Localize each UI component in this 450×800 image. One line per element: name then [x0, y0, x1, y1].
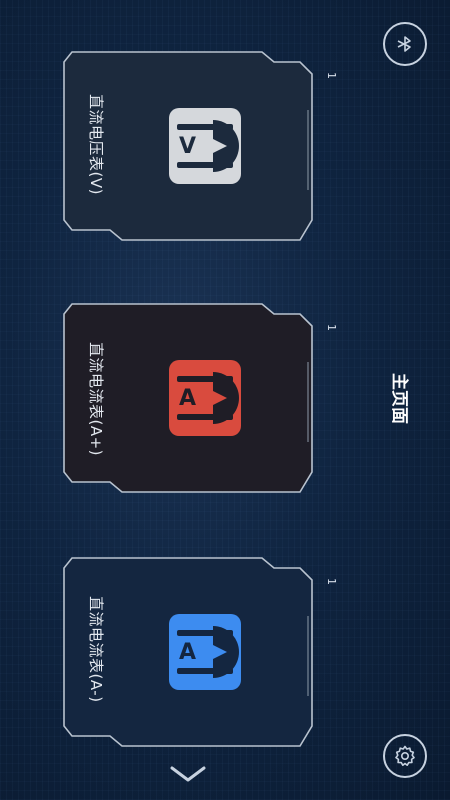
bluetooth-icon [397, 36, 411, 52]
ammeter-positive-icon: A [167, 358, 243, 438]
meter-letter: V [179, 134, 196, 159]
settings-button[interactable] [383, 734, 427, 778]
meter-letter: A [179, 640, 196, 665]
meter-letter: A [179, 386, 196, 411]
voltmeter-icon: V [167, 106, 243, 186]
card-dc-voltmeter[interactable]: 1 直流电压表(V) V [62, 50, 338, 242]
ammeter-negative-icon: A [167, 612, 243, 692]
card-label: 直流电流表(A-) [87, 596, 105, 703]
card-dc-ammeter-positive[interactable]: 1 直流电流表(A+) A [62, 302, 338, 494]
card-dc-ammeter-negative[interactable]: 1 直流电流表(A-) A [62, 556, 338, 748]
card-label: 直流电流表(A+) [87, 342, 105, 457]
page-title: 主页面 [389, 373, 409, 424]
gear-icon [395, 745, 415, 766]
card-label: 直流电压表(V) [87, 94, 105, 195]
card-number: 1 [325, 72, 338, 79]
card-number: 1 [325, 324, 338, 331]
scroll-more-button[interactable] [168, 760, 208, 788]
bluetooth-button[interactable] [383, 22, 427, 66]
chevron-down-icon [170, 766, 206, 782]
card-number: 1 [325, 578, 338, 585]
